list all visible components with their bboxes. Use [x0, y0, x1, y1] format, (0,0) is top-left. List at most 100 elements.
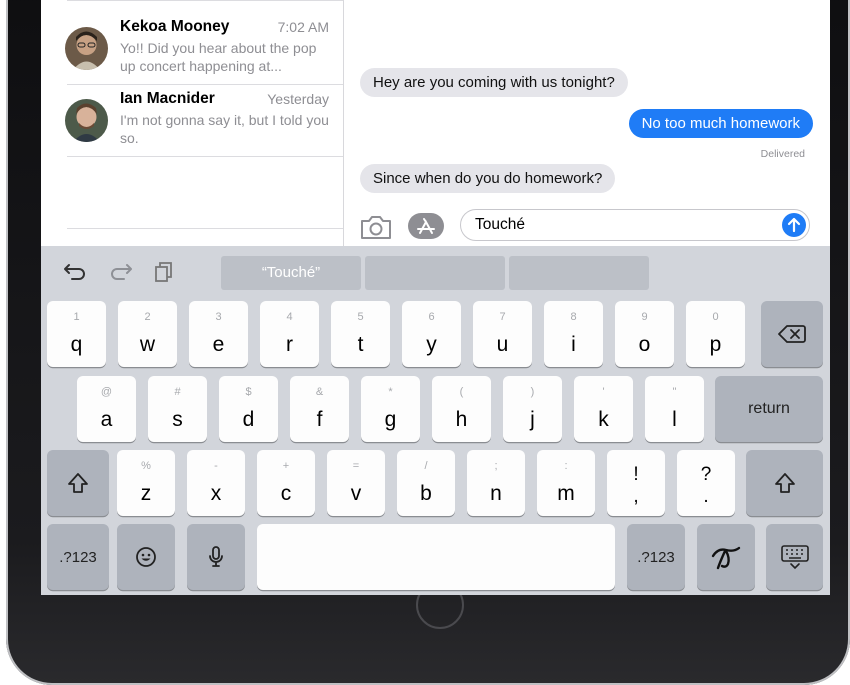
key-label: t [357, 333, 364, 356]
prediction-3[interactable] [509, 256, 649, 290]
key-e[interactable]: 3e [189, 301, 248, 367]
key-label: l [672, 408, 677, 431]
key-h[interactable]: (h [432, 376, 491, 442]
message-preview: I'm not gonna say it, but I told you so. [120, 112, 329, 146]
incoming-message: Since when do you do homework? [360, 164, 616, 193]
shift-icon [47, 450, 109, 516]
avatar [65, 27, 108, 70]
chat-pane: Hey are you coming with us tonight? No t… [344, 0, 830, 246]
key-a[interactable]: @ a [77, 376, 136, 442]
space-bar[interactable] [257, 524, 615, 590]
paste-icon[interactable] [151, 261, 177, 283]
key-v[interactable]: = v [327, 450, 385, 516]
return-key[interactable]: return [715, 376, 823, 442]
key-hint: ; [494, 460, 498, 472]
incoming-message: Hey are you coming with us tonight? [360, 68, 628, 97]
avatar [65, 99, 108, 142]
dictation-key[interactable] [187, 524, 245, 590]
key-r[interactable]: 4r [260, 301, 319, 367]
app-store-icon[interactable] [408, 213, 444, 239]
conversation-item[interactable]: Ian Macnider Yesterday I'm not gonna say… [41, 85, 343, 157]
key-label: x [210, 482, 222, 505]
key-z[interactable]: % z [117, 450, 175, 516]
key-k[interactable]: ' k [574, 376, 633, 442]
message-input[interactable]: Touché [460, 209, 810, 241]
key-f[interactable]: & f [290, 376, 349, 442]
key-hint: 9 [641, 311, 648, 323]
key-hint: = [352, 460, 360, 472]
key-label: e [212, 333, 225, 356]
delivered-status: Delivered [760, 148, 805, 160]
key-hint: 3 [215, 311, 222, 323]
numbers-key-right[interactable]: .?123 [627, 524, 685, 590]
microphone-icon [187, 524, 245, 590]
conversation-item[interactable]: Kekoa Mooney 7:02 AM Yo!! Did you hear a… [41, 13, 343, 85]
key-label: j [530, 408, 535, 431]
key-label: d [242, 408, 255, 431]
handwriting-icon [697, 524, 755, 590]
key-alt-label: ! [633, 464, 639, 485]
handwriting-key[interactable] [697, 524, 755, 590]
key-label: u [496, 333, 509, 356]
key-x[interactable]: -x [187, 450, 245, 516]
key-w[interactable]: 2w [118, 301, 177, 367]
send-arrow-icon[interactable] [782, 213, 806, 237]
camera-icon[interactable] [360, 214, 392, 240]
keyboard-dismiss-key[interactable] [766, 524, 823, 590]
key-hint: 1 [73, 311, 80, 323]
message-preview: Yo!! Did you hear about the pop up conce… [120, 40, 317, 74]
numbers-key-left[interactable]: .?123 [47, 524, 109, 590]
key-label: w [139, 333, 156, 356]
outgoing-message: No too much homework [628, 109, 813, 138]
key-b[interactable]: / b [397, 450, 455, 516]
key-i[interactable]: 8i [544, 301, 603, 367]
key-y[interactable]: 6y [402, 301, 461, 367]
backspace-icon [761, 301, 823, 367]
shift-key-left[interactable] [47, 450, 109, 516]
key-g[interactable]: * g [361, 376, 420, 442]
key-label: q [70, 333, 83, 356]
key-hint: + [282, 460, 290, 472]
emoji-icon [117, 524, 175, 590]
key-t[interactable]: 5t [331, 301, 390, 367]
key-period[interactable]: ?. [677, 450, 735, 516]
key-label: p [709, 333, 722, 356]
key-label: , [633, 486, 639, 507]
key-u[interactable]: 7u [473, 301, 532, 367]
key-s[interactable]: # s [148, 376, 207, 442]
shift-key-right[interactable] [746, 450, 823, 516]
key-q[interactable]: 1q [47, 301, 106, 367]
contact-name: Ian Macnider [120, 90, 215, 107]
keyboard: “Touché” 1q 2w 3e 4r 5t 6y 7u 8i 9o 0p @… [41, 246, 830, 595]
key-label: g [384, 408, 397, 431]
key-j[interactable]: ) j [503, 376, 562, 442]
key-d[interactable]: $ d [219, 376, 278, 442]
undo-icon[interactable] [63, 261, 89, 283]
key-hint: 4 [286, 311, 293, 323]
key-c[interactable]: + c [257, 450, 315, 516]
backspace-key[interactable] [761, 301, 823, 367]
key-label: n [490, 482, 502, 505]
key-o[interactable]: 9o [615, 301, 674, 367]
prediction-1[interactable]: “Touché” [221, 256, 361, 290]
contact-name: Kekoa Mooney [120, 18, 230, 35]
divider [67, 156, 343, 157]
redo-icon[interactable] [107, 261, 133, 283]
return-key-label: return [748, 400, 790, 417]
key-comma[interactable]: !, [607, 450, 665, 516]
key-alt-label: ? [700, 464, 712, 485]
key-n[interactable]: ; n [467, 450, 525, 516]
key-hint: * [388, 386, 393, 398]
key-m[interactable]: :m [537, 450, 595, 516]
prediction-2[interactable] [365, 256, 505, 290]
emoji-key[interactable] [117, 524, 175, 590]
key-label: v [350, 482, 362, 505]
key-p[interactable]: 0p [686, 301, 745, 367]
key-l[interactable]: " l [645, 376, 704, 442]
message-input-value: Touché [475, 216, 525, 233]
key-hint: ) [530, 386, 535, 398]
key-label: i [571, 333, 576, 356]
key-label: h [455, 408, 468, 431]
key-hint: ( [459, 386, 464, 398]
key-hint: 7 [499, 311, 506, 323]
